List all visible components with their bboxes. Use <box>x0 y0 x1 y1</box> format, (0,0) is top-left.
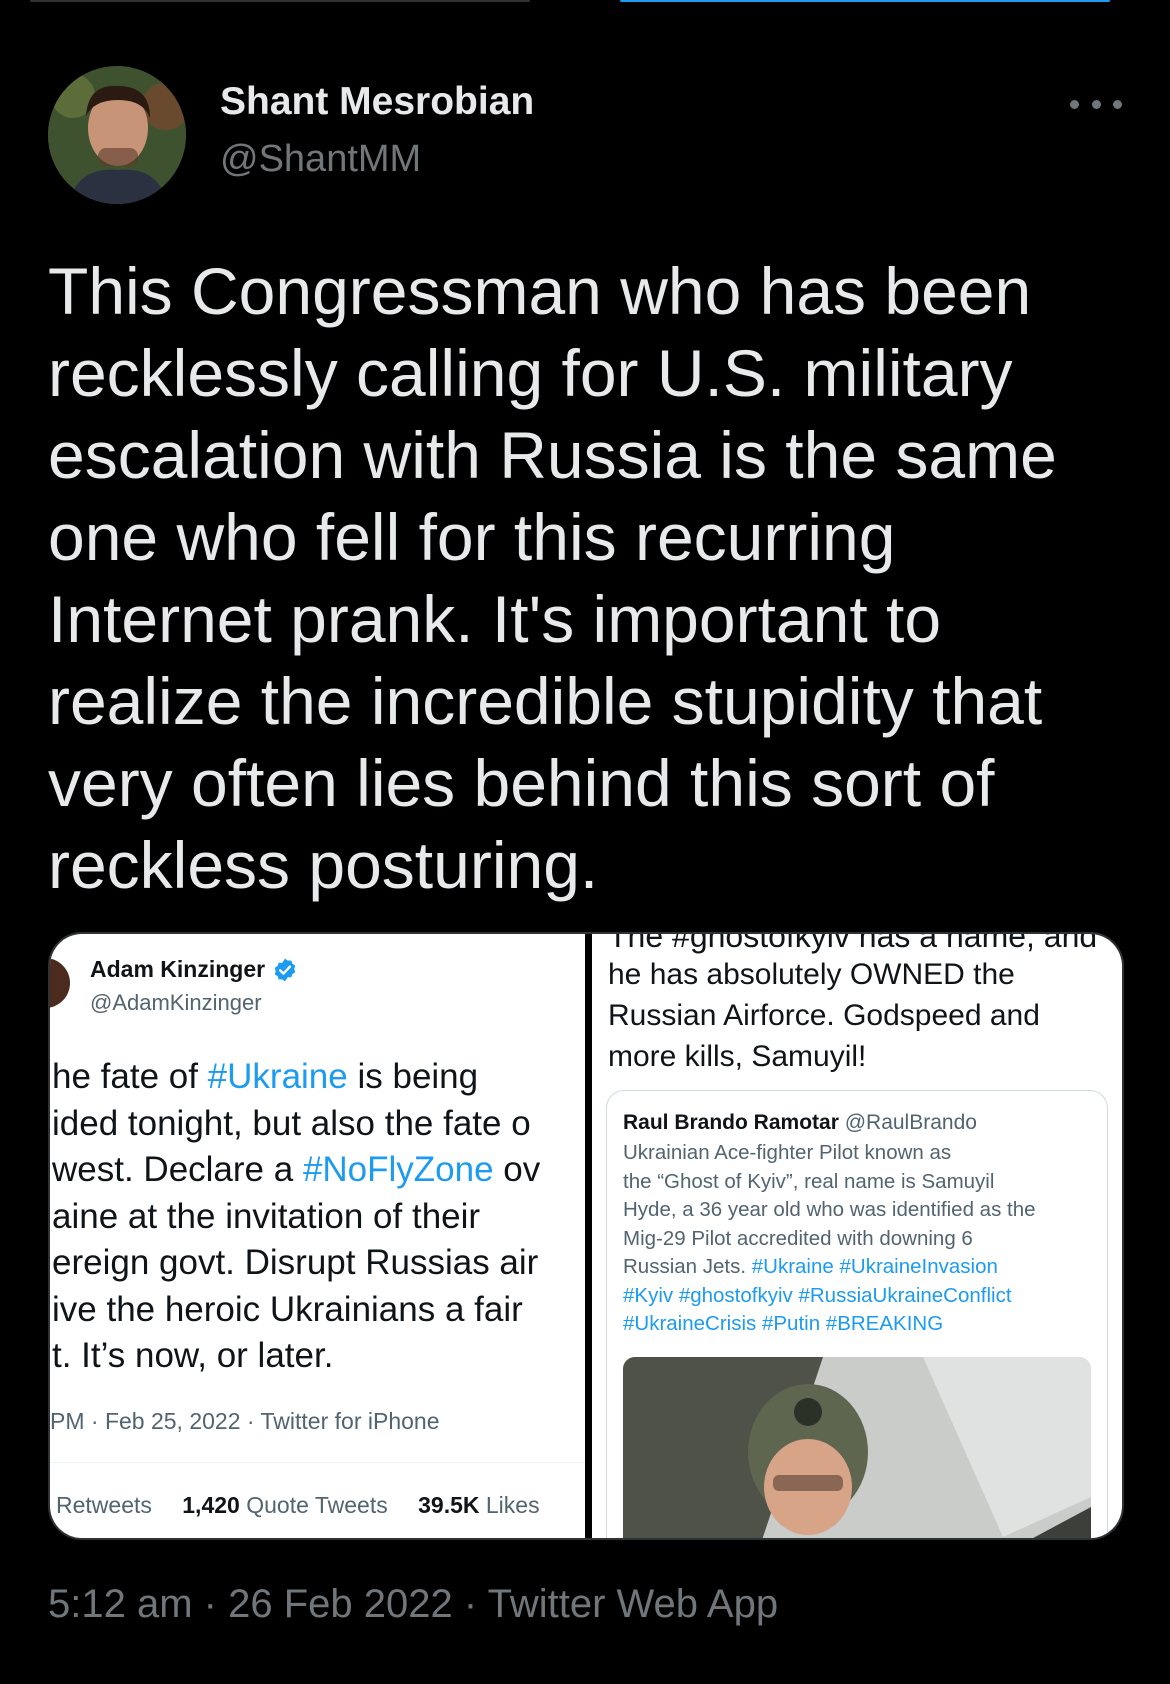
author-handle[interactable]: @ShantMM <box>220 138 421 181</box>
pilot-photo <box>623 1357 1091 1538</box>
hashtag-line: #UkraineCrisis #Putin #BREAKING <box>623 1312 944 1335</box>
author-name[interactable]: Shant Mesrobian <box>220 80 534 124</box>
tweet-time[interactable]: 5:12 am <box>48 1582 193 1626</box>
tweet-text-line: Internet prank. It's important to <box>48 582 942 656</box>
media-image-left[interactable]: Adam Kinzinger @AdamKinzinger he fate of… <box>50 934 585 1538</box>
quoted-text-fragment: Russian Jets. <box>623 1255 752 1278</box>
tweet-text-line: reckless posturing. <box>48 828 599 902</box>
embedded-text-line: more kills, Samuyil! <box>608 1040 867 1073</box>
hashtag-line: #Kyiv #ghostofkyiv #RussiaUkraineConflic… <box>623 1283 1012 1307</box>
quote-tweets-stat: 1,420 Quote Tweets <box>182 1492 387 1518</box>
embedded-tweet-stats: Retweets 1,420 Quote Tweets 39.5K Likes <box>56 1492 564 1519</box>
quoted-text-line: Russian Jets. #Ukraine #UkraineInvasion <box>623 1253 1103 1282</box>
embedded-text-line: he has absolutely OWNED the <box>608 958 1015 991</box>
embedded-text-fragment: west. Declare a <box>52 1150 303 1189</box>
tweet-media[interactable]: Adam Kinzinger @AdamKinzinger he fate of… <box>48 932 1124 1540</box>
embedded-text-fragment: is being <box>347 1057 479 1096</box>
likes-stat: 39.5K Likes <box>418 1492 539 1518</box>
quoted-author-handle: @RaulBrando <box>844 1111 977 1134</box>
embedded-tweet-text: he has absolutely OWNED the Russian Airf… <box>608 954 1118 1077</box>
quoted-text-line: Mig-29 Pilot accredited with downing 6 <box>623 1226 973 1250</box>
quote-tweets-label: Quote Tweets <box>246 1492 388 1518</box>
separator-dot: · <box>203 1582 217 1626</box>
more-options-button[interactable] <box>1070 86 1122 122</box>
quoted-tweet-text: Ukrainian Ace-fighter Pilot known as the… <box>623 1139 1103 1339</box>
more-horizontal-icon-dot <box>1113 99 1122 109</box>
media-image-right[interactable]: The #ghostofkyiv has a name, and he has … <box>592 934 1122 1538</box>
tweet-timestamp[interactable]: 5:12 am · 26 Feb 2022 · Twitter Web App <box>48 1582 778 1627</box>
media-divider <box>585 934 592 1538</box>
embedded-text-line: ive the heroic Ukrainians a fair <box>52 1289 523 1329</box>
tweet-text-line: realize the incredible stupidity that <box>48 664 1043 738</box>
quoted-text-line: Ukrainian Ace-fighter Pilot known as <box>623 1141 952 1164</box>
quote-tweets-count: 1,420 <box>182 1492 240 1518</box>
likes-label: Likes <box>485 1492 540 1518</box>
embedded-text-line: ided tonight, but also the fate o <box>52 1103 531 1143</box>
embedded-tweet-meta: PM · Feb 25, 2022 · Twitter for iPhone <box>50 1408 440 1434</box>
tweet-text-line: This Congressman who has been <box>48 254 1032 328</box>
embedded-cut-line: The #ghostofkyiv has a name, and <box>608 934 1098 954</box>
more-horizontal-icon-dot <box>1091 99 1101 109</box>
tweet-text-line: escalation with Russia is the same <box>48 418 1057 492</box>
embedded-text-line: Russian Airforce. Godspeed and <box>608 999 1040 1032</box>
embedded-text-line: t. It’s now, or later. <box>52 1336 334 1375</box>
tweet-text-line: very often lies behind this sort of <box>48 746 995 820</box>
verified-badge-icon <box>274 958 296 982</box>
tweet-text-line: one who fell for this recurring <box>48 500 896 574</box>
top-tab-indicator <box>620 0 1110 2</box>
tweet-date[interactable]: 26 Feb 2022 <box>228 1582 453 1626</box>
tweet-text: This Congressman who has been recklessly… <box>48 250 1128 906</box>
embedded-text-fragment: ov <box>493 1150 541 1189</box>
retweets-label: Retweets <box>56 1492 152 1518</box>
hashtag-link: #Ukraine #UkraineInvasion <box>751 1255 998 1278</box>
embedded-avatar <box>50 958 70 1008</box>
embedded-text-line: aine at the invitation of their <box>52 1196 481 1236</box>
embedded-text-line: ereign govt. Disrupt Russias air <box>52 1243 539 1282</box>
quoted-text-line: the “Ghost of Kyiv”, real name is Samuyi… <box>623 1169 995 1193</box>
likes-count: 39.5K <box>418 1492 480 1518</box>
embedded-text-fragment: he fate of <box>52 1057 208 1096</box>
top-edge-fragment <box>30 0 530 2</box>
author-avatar[interactable] <box>48 66 186 204</box>
quoted-tweet-header: Raul Brando Ramotar @RaulBrando <box>623 1111 977 1135</box>
embedded-author-name: Adam Kinzinger <box>90 956 266 982</box>
separator-dot: · <box>463 1582 478 1626</box>
embedded-text-line: west. Declare a #NoFlyZone ov <box>52 1147 585 1194</box>
tweet-text-line: recklessly calling for U.S. military <box>48 336 1013 410</box>
hashtag-link: #NoFlyZone <box>302 1150 494 1189</box>
hashtag-link: #Ukraine <box>207 1057 348 1096</box>
quoted-tweet-card: Raul Brando Ramotar @RaulBrando Ukrainia… <box>606 1090 1108 1538</box>
embedded-author-handle: @AdamKinzinger <box>90 990 262 1015</box>
retweets-stat: Retweets <box>56 1492 152 1518</box>
embedded-divider <box>50 1462 585 1463</box>
avatar-photo <box>48 66 186 204</box>
quoted-text-line: Hyde, a 36 year old who was identified a… <box>623 1198 1036 1221</box>
tweet-source[interactable]: Twitter Web App <box>488 1582 779 1626</box>
quoted-author-name: Raul Brando Ramotar <box>623 1111 839 1134</box>
embedded-tweet-text: he fate of #Ukraine is being ided tonigh… <box>52 1054 585 1380</box>
pilot-photo-graphic <box>623 1357 1091 1538</box>
more-horizontal-icon <box>1070 99 1079 109</box>
embedded-text-line: he fate of #Ukraine is being <box>52 1054 585 1101</box>
